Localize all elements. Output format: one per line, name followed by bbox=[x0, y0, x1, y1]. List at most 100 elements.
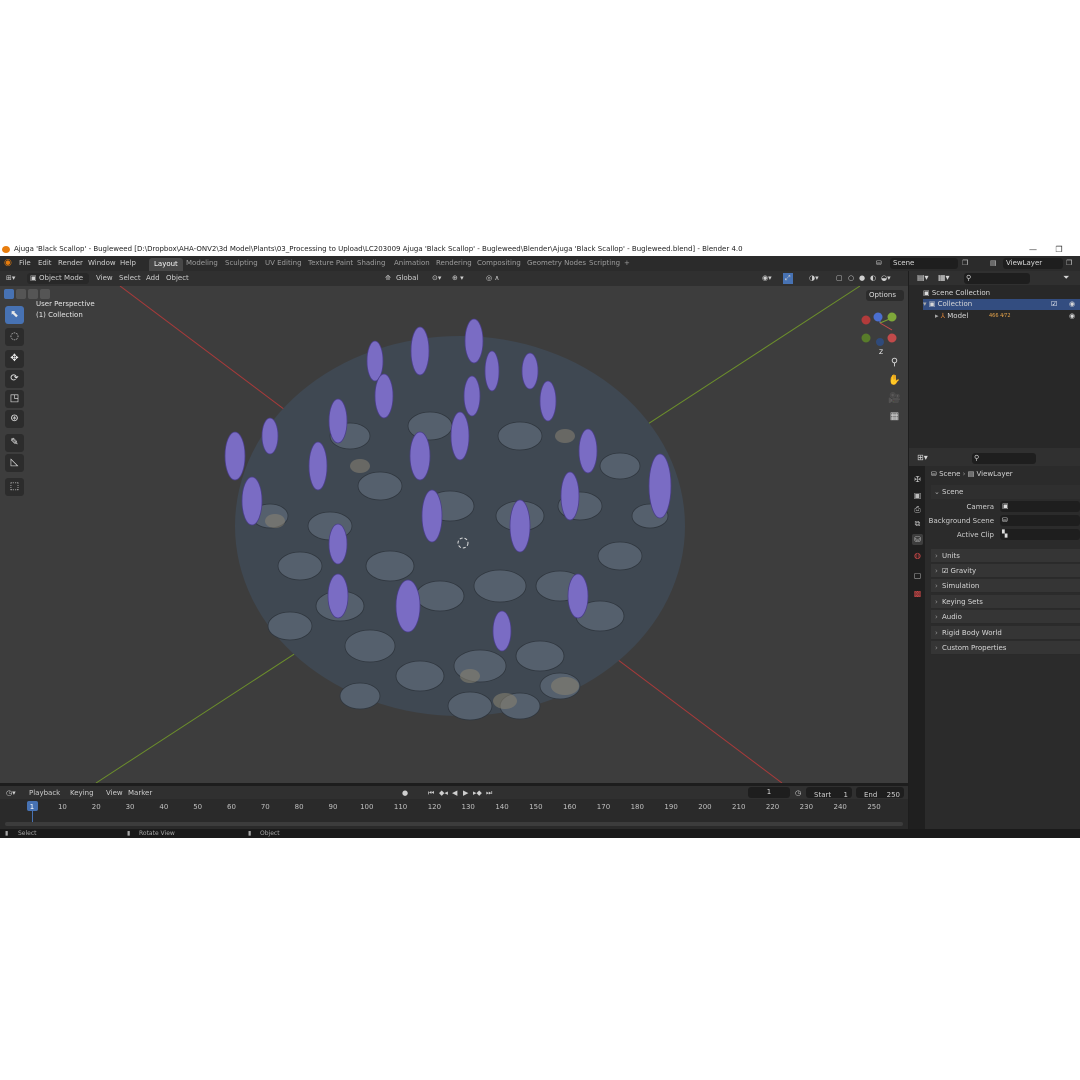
viewport-menu-add[interactable]: Add bbox=[146, 271, 160, 286]
pan-hand-icon[interactable]: ✋ bbox=[886, 372, 903, 389]
outliner-row-scene-collection[interactable]: ▣ Scene Collection bbox=[923, 288, 990, 299]
section-custom-properties[interactable]: Custom Properties bbox=[931, 641, 1080, 655]
menu-help[interactable]: Help bbox=[120, 256, 136, 271]
jump-end-icon[interactable]: ⏭ bbox=[486, 789, 492, 798]
collection-tab-icon[interactable]: ▢ bbox=[912, 570, 923, 581]
tab-geometry-nodes[interactable]: Geometry Nodes bbox=[522, 256, 591, 271]
tab-texture-paint[interactable]: Texture Paint bbox=[303, 256, 358, 271]
annotate-tool[interactable]: ✎ bbox=[5, 434, 24, 452]
jump-keyframe-back-icon[interactable]: ◆◂ bbox=[439, 789, 448, 797]
tab-compositing[interactable]: Compositing bbox=[472, 256, 526, 271]
section-keying-sets[interactable]: Keying Sets bbox=[931, 595, 1080, 609]
menu-file[interactable]: File bbox=[19, 256, 31, 271]
rendered-shading-icon[interactable]: ◒▾ bbox=[881, 271, 891, 286]
outliner-row-model[interactable]: ▸ ⅄ Model 466 4⁄72 ◉ bbox=[935, 311, 1080, 322]
section-simulation[interactable]: Simulation bbox=[931, 579, 1080, 593]
viewport-menu-object[interactable]: Object bbox=[166, 271, 189, 286]
add-cube-tool[interactable]: ⬚ bbox=[5, 478, 24, 496]
filter-icon[interactable]: ⏷ bbox=[1063, 273, 1069, 283]
new-scene-icon[interactable]: ❐ bbox=[962, 256, 968, 271]
start-frame-field[interactable]: Start 1 bbox=[806, 787, 852, 799]
view-layer-tab-icon[interactable]: ⧉ bbox=[912, 518, 923, 529]
viewlayer-new-icon[interactable]: ❐ bbox=[1066, 256, 1072, 271]
outliner-editor-icon[interactable]: ▤▾ bbox=[917, 273, 929, 282]
tab-sculpting[interactable]: Sculpting bbox=[220, 256, 263, 271]
collection-visibility-icon[interactable]: ◉ bbox=[1069, 299, 1075, 310]
current-frame-field[interactable]: 1 bbox=[748, 787, 790, 798]
timeline-menu-marker[interactable]: Marker bbox=[128, 789, 152, 797]
section-units[interactable]: Units bbox=[931, 549, 1080, 563]
properties-search-input[interactable]: ⚲ bbox=[972, 453, 1036, 464]
timeline-editor-icon[interactable]: ◷▾ bbox=[6, 789, 16, 797]
viewlayer-field[interactable]: ViewLayer bbox=[1003, 258, 1063, 269]
tab-layout[interactable]: Layout bbox=[149, 258, 183, 271]
blender-menu-icon[interactable]: ◉ bbox=[4, 256, 12, 271]
section-gravity[interactable]: ☑ Gravity bbox=[931, 564, 1080, 578]
record-button-icon[interactable]: ● bbox=[402, 789, 408, 797]
tab-rendering[interactable]: Rendering bbox=[431, 256, 477, 271]
select-extend-icon[interactable] bbox=[16, 289, 26, 299]
outliner-search-input[interactable]: ⚲ bbox=[964, 273, 1030, 284]
properties-editor-icon[interactable]: ⊞▾ bbox=[917, 453, 928, 462]
texture-tab-icon[interactable]: ▩ bbox=[912, 588, 923, 599]
scene-tab-icon[interactable]: ⛁ bbox=[912, 534, 923, 545]
play-reverse-icon[interactable]: ◀ bbox=[452, 789, 457, 797]
minimize-button[interactable]: — bbox=[1026, 243, 1040, 256]
jump-start-icon[interactable]: ⏮ bbox=[428, 789, 434, 798]
orientation-dropdown[interactable]: Global bbox=[396, 271, 418, 286]
material-shading-icon[interactable]: ◐ bbox=[870, 271, 876, 286]
scene-field[interactable]: Scene bbox=[890, 258, 958, 269]
cursor-tool[interactable]: ◌ bbox=[5, 328, 24, 346]
display-mode-icon[interactable]: ▦▾ bbox=[938, 273, 950, 282]
timeline-menu-keying[interactable]: Keying bbox=[70, 789, 94, 797]
timeline-scrollbar[interactable] bbox=[5, 822, 903, 826]
mode-dropdown[interactable]: ▣ Object Mode bbox=[27, 273, 89, 284]
wireframe-shading-icon[interactable]: ○ bbox=[848, 271, 854, 286]
perspective-grid-icon[interactable]: ▦ bbox=[886, 408, 903, 425]
tab-uv-editing[interactable]: UV Editing bbox=[260, 256, 307, 271]
select-intersect-icon[interactable] bbox=[40, 289, 50, 299]
select-box-tool[interactable]: ⬉ bbox=[5, 306, 24, 324]
solid-shading-icon[interactable]: ● bbox=[859, 271, 865, 286]
select-subtract-icon[interactable] bbox=[28, 289, 38, 299]
viewport-menu-view[interactable]: View bbox=[96, 271, 113, 286]
end-frame-field[interactable]: End 250 bbox=[856, 787, 904, 799]
menu-window[interactable]: Window bbox=[88, 256, 116, 271]
overlay-toggle-icon[interactable]: ◑▾ bbox=[809, 271, 819, 286]
select-new-icon[interactable] bbox=[4, 289, 14, 299]
tab-scripting[interactable]: Scripting bbox=[584, 256, 625, 271]
menu-render[interactable]: Render bbox=[58, 256, 83, 271]
snap-icon[interactable]: ⊕ ▾ bbox=[452, 271, 464, 286]
tab-shading[interactable]: Shading bbox=[352, 256, 390, 271]
outliner-row-collection[interactable]: ▾ ▣ Collection ☑ ◉ bbox=[923, 299, 1080, 310]
editor-type-icon[interactable]: ⊞▾ bbox=[6, 271, 15, 286]
timeline-menu-view[interactable]: View bbox=[106, 789, 123, 797]
transform-tool[interactable]: ⊛ bbox=[5, 410, 24, 428]
scale-tool[interactable]: ◳ bbox=[5, 390, 24, 408]
background-scene-field[interactable]: ⛁ bbox=[1000, 515, 1080, 526]
options-dropdown[interactable]: Options bbox=[866, 290, 904, 301]
viewport-menu-select[interactable]: Select bbox=[119, 271, 141, 286]
model-visibility-icon[interactable]: ◉ bbox=[1069, 311, 1075, 322]
render-tab-icon[interactable]: ▣ bbox=[912, 490, 923, 501]
camera-field[interactable]: ▣ bbox=[1000, 501, 1080, 512]
section-audio[interactable]: Audio bbox=[931, 610, 1080, 624]
rotate-tool[interactable]: ⟳ bbox=[5, 370, 24, 388]
3d-viewport[interactable]: Z User Perspective (1) Collection ⬉ ◌ ✥ … bbox=[0, 286, 908, 783]
play-icon[interactable]: ▶ bbox=[463, 789, 468, 797]
timeline-menu-playback[interactable]: Playback bbox=[29, 789, 60, 797]
active-clip-field[interactable]: ▚ bbox=[1000, 529, 1080, 540]
camera-view-icon[interactable]: 🎥 bbox=[886, 390, 903, 407]
section-rigid-body-world[interactable]: Rigid Body World bbox=[931, 626, 1080, 640]
restore-button[interactable]: ❐ bbox=[1052, 243, 1066, 256]
plant-model[interactable] bbox=[224, 318, 685, 721]
xray-toggle-icon[interactable]: ▢ bbox=[836, 271, 843, 286]
tab-animation[interactable]: Animation bbox=[389, 256, 435, 271]
scene-panel-header[interactable]: ⌄ Scene bbox=[931, 485, 1080, 499]
gizmo-toggle-icon[interactable]: ⤢ bbox=[783, 273, 793, 284]
zoom-icon[interactable]: ⚲ bbox=[886, 354, 903, 371]
world-tab-icon[interactable]: ◍ bbox=[912, 550, 923, 561]
gravity-checkbox-icon[interactable]: ☑ bbox=[942, 567, 951, 575]
menu-edit[interactable]: Edit bbox=[38, 256, 52, 271]
jump-keyframe-forward-icon[interactable]: ▸◆ bbox=[473, 789, 482, 797]
